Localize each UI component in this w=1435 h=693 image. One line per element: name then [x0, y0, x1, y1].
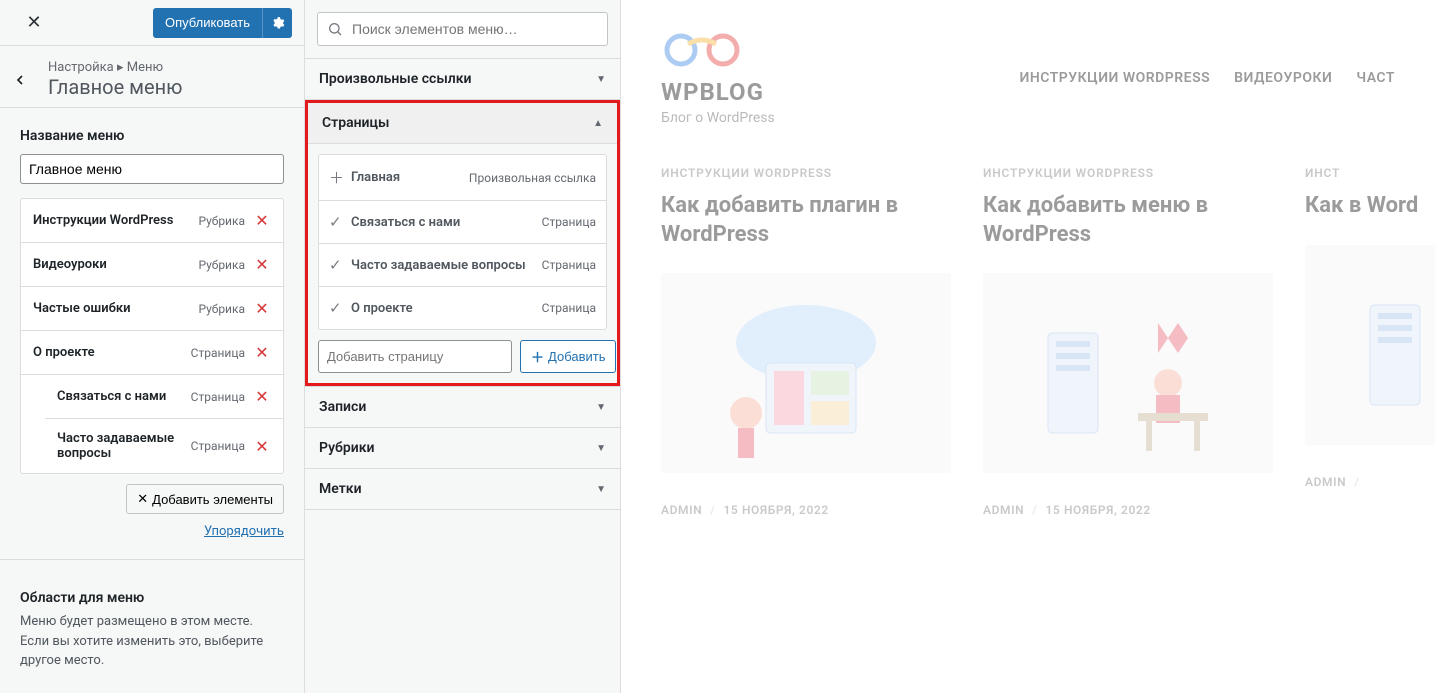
menu-item-type: Страница [191, 390, 245, 404]
chevron-up-icon: ▲ [593, 118, 603, 129]
menu-item-title: Инструкции WordPress [33, 213, 198, 228]
page-item-type: Страница [542, 215, 596, 229]
page-item-title: Часто задаваемые вопросы [351, 258, 542, 273]
menu-item-title: Видеоуроки [33, 257, 198, 272]
panel-title: Главное меню [48, 75, 292, 99]
check-icon: ✓ [329, 213, 351, 231]
menu-item-type: Страница [191, 439, 245, 453]
close-icon: ✕ [137, 491, 148, 507]
remove-icon[interactable]: ✕ [253, 343, 271, 362]
publish-button[interactable]: Опубликовать [153, 8, 262, 38]
menu-item-title: О проекте [33, 345, 191, 360]
menu-item[interactable]: Часто задаваемые вопросы Страница ✕ [45, 419, 283, 473]
page-item-title: Связаться с нами [351, 215, 542, 230]
post-author: ADMIN [1305, 475, 1346, 489]
menu-item-type: Рубрика [198, 214, 245, 228]
back-button[interactable] [12, 72, 48, 88]
menu-item[interactable]: Инструкции WordPress Рубрика ✕ [21, 199, 283, 243]
accordion-tags[interactable]: Метки ▼ [305, 469, 620, 509]
menu-item[interactable]: Видеоуроки Рубрика ✕ [21, 243, 283, 287]
post-category: ИНСТРУКЦИИ WORDPRESS [661, 166, 951, 180]
menu-locations-title: Области для меню [20, 590, 284, 606]
post-date: 15 НОЯБРЯ, 2022 [723, 503, 828, 517]
site-tagline: Блог о WordPress [661, 110, 775, 126]
menu-search-input[interactable] [317, 12, 608, 46]
site-logo [661, 30, 743, 70]
accordion-custom-links[interactable]: Произвольные ссылки ▼ [305, 59, 620, 99]
post-thumbnail [983, 273, 1273, 473]
post-author: ADMIN [983, 503, 1024, 517]
nav-link[interactable]: ЧАСТ [1356, 70, 1395, 86]
post-card[interactable]: ИНСТ Как в Word ADMIN/ [1305, 166, 1435, 517]
post-category: ИНСТРУКЦИИ WORDPRESS [983, 166, 1273, 180]
remove-icon[interactable]: ✕ [253, 211, 271, 230]
post-meta: ADMIN/15 НОЯБРЯ, 2022 [661, 503, 951, 517]
post-category: ИНСТ [1305, 166, 1435, 180]
check-icon: ✓ [329, 256, 351, 274]
page-item[interactable]: ✓ О проекте Страница [319, 287, 606, 329]
plus-icon: ＋ [531, 347, 544, 366]
menu-locations-desc: Меню будет размещено в этом месте. Если … [20, 612, 284, 671]
page-item-type: Страница [542, 301, 596, 315]
menu-item-type: Рубрика [198, 258, 245, 272]
remove-icon[interactable]: ✕ [253, 255, 271, 274]
menu-item-title: Частые ошибки [33, 301, 198, 316]
site-title: WPBLOG [661, 78, 775, 106]
add-page-input[interactable] [318, 340, 512, 373]
publish-settings-button[interactable] [262, 8, 292, 38]
remove-icon[interactable]: ✕ [253, 437, 271, 456]
chevron-down-icon: ▼ [596, 484, 606, 495]
accordion-posts[interactable]: Записи ▼ [305, 387, 620, 427]
post-thumbnail [1305, 245, 1435, 445]
close-button[interactable]: ✕ [12, 1, 56, 45]
menu-item[interactable]: О проекте Страница ✕ [21, 331, 283, 375]
post-card[interactable]: ИНСТРУКЦИИ WORDPRESS Как добавить меню в… [983, 166, 1273, 517]
add-page-button[interactable]: ＋ Добавить [520, 340, 616, 373]
page-item[interactable]: ＋ Главная Произвольная ссылка [319, 155, 606, 201]
remove-icon[interactable]: ✕ [253, 387, 271, 406]
post-thumbnail [661, 273, 951, 473]
post-meta: ADMIN/15 НОЯБРЯ, 2022 [983, 503, 1273, 517]
breadcrumb: Настройка ▸ Меню [48, 60, 292, 75]
post-title: Как добавить меню в WordPress [983, 192, 1273, 249]
page-item[interactable]: ✓ Связаться с нами Страница [319, 201, 606, 244]
gear-icon [271, 16, 285, 30]
chevron-down-icon: ▼ [596, 443, 606, 454]
menu-item[interactable]: Связаться с нами Страница ✕ [45, 375, 283, 419]
remove-icon[interactable]: ✕ [253, 299, 271, 318]
menu-item-type: Рубрика [198, 302, 245, 316]
post-title: Как добавить плагин в WordPress [661, 192, 951, 249]
accordion-categories[interactable]: Рубрики ▼ [305, 428, 620, 468]
plus-icon: ＋ [329, 167, 351, 188]
page-item-title: О проекте [351, 301, 542, 316]
post-author: ADMIN [661, 503, 702, 517]
chevron-down-icon: ▼ [596, 402, 606, 413]
nav-link[interactable]: ИНСТРУКЦИИ WORDPRESS [1020, 70, 1211, 86]
check-icon: ✓ [329, 299, 351, 317]
page-item-type: Произвольная ссылка [469, 171, 596, 185]
menu-item-title: Часто задаваемые вопросы [57, 431, 191, 461]
menu-name-label: Название меню [20, 128, 284, 144]
post-date: 15 НОЯБРЯ, 2022 [1045, 503, 1150, 517]
page-item-title: Главная [351, 170, 469, 185]
add-elements-button[interactable]: ✕ Добавить элементы [126, 484, 284, 514]
post-meta: ADMIN/ [1305, 475, 1435, 489]
chevron-down-icon: ▼ [596, 74, 606, 85]
nav-link[interactable]: ВИДЕОУРОКИ [1234, 70, 1332, 86]
accordion-pages[interactable]: Страницы ▲ [308, 103, 617, 144]
menu-item-title: Связаться с нами [57, 389, 191, 404]
menu-item-type: Страница [191, 346, 245, 360]
search-icon [327, 21, 343, 37]
menu-name-input[interactable] [20, 154, 284, 184]
page-item[interactable]: ✓ Часто задаваемые вопросы Страница [319, 244, 606, 287]
menu-item[interactable]: Частые ошибки Рубрика ✕ [21, 287, 283, 331]
post-card[interactable]: ИНСТРУКЦИИ WORDPRESS Как добавить плагин… [661, 166, 951, 517]
post-title: Как в Word [1305, 192, 1435, 221]
reorder-link[interactable]: Упорядочить [204, 524, 284, 539]
page-item-type: Страница [542, 258, 596, 272]
chevron-left-icon [12, 72, 28, 88]
